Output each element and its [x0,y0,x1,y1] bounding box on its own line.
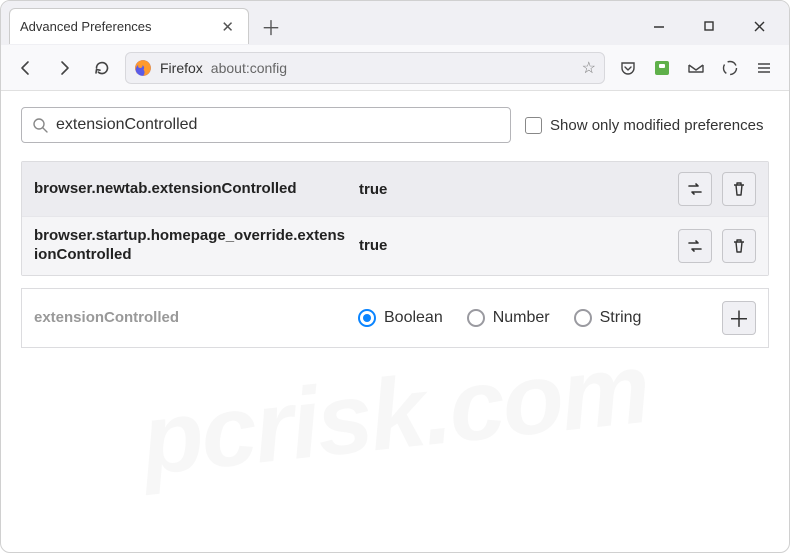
pocket-icon[interactable] [613,53,643,83]
radio-string[interactable]: String [574,309,642,327]
pref-row[interactable]: browser.newtab.extensionControlled true [22,162,768,216]
modified-label: Show only modified preferences [550,117,763,134]
modified-prefs-toggle[interactable]: Show only modified preferences [525,117,763,134]
add-pref-name: extensionControlled [34,309,334,326]
page-content: Show only modified preferences browser.n… [1,91,789,364]
add-pref-row: extensionControlled Boolean Number Strin… [21,288,769,348]
toggle-button[interactable] [678,229,712,263]
downloads-icon[interactable] [715,53,745,83]
delete-button[interactable] [722,229,756,263]
pref-name: browser.newtab.extensionControlled [34,180,349,199]
new-tab-button[interactable]: ＋ [255,10,287,42]
add-button[interactable]: ＋ [722,301,756,335]
titlebar: Advanced Preferences ✕ ＋ [1,1,789,45]
radio-number[interactable]: Number [467,309,550,327]
maximize-button[interactable] [687,10,731,42]
reload-button[interactable] [87,53,117,83]
identity-label: Firefox [160,60,203,76]
radio-icon [467,309,485,327]
firefox-icon [134,59,152,77]
forward-button[interactable] [49,53,79,83]
bookmark-star-icon[interactable]: ☆ [582,58,596,78]
results-table: browser.newtab.extensionControlled true … [21,161,769,276]
browser-toolbar: Firefox about:config ☆ [1,45,789,91]
back-button[interactable] [11,53,41,83]
close-tab-icon[interactable]: ✕ [217,16,238,38]
minimize-button[interactable] [637,10,681,42]
mail-icon[interactable] [681,53,711,83]
url-text: about:config [211,60,287,76]
pref-value: true [359,181,419,198]
address-bar[interactable]: Firefox about:config ☆ [125,52,605,84]
window-frame: Advanced Preferences ✕ ＋ Firefox about:c… [0,0,790,553]
window-controls [637,10,789,42]
toggle-button[interactable] [678,172,712,206]
delete-button[interactable] [722,172,756,206]
search-box[interactable] [21,107,511,143]
menu-button[interactable] [749,53,779,83]
search-input[interactable] [56,116,500,134]
toolbar-icons [613,53,779,83]
radio-icon [574,309,592,327]
search-row: Show only modified preferences [21,107,769,143]
pref-name: browser.startup.homepage_override.extens… [34,227,349,265]
tab-advanced-preferences[interactable]: Advanced Preferences ✕ [9,8,249,44]
pref-row[interactable]: browser.startup.homepage_override.extens… [22,216,768,275]
radio-icon [358,309,376,327]
close-window-button[interactable] [737,10,781,42]
checkbox-icon[interactable] [525,117,542,134]
tab-title: Advanced Preferences [20,19,217,34]
radio-boolean[interactable]: Boolean [358,309,443,327]
search-icon [32,117,48,133]
pref-value: true [359,237,419,254]
extension-icon[interactable] [647,53,677,83]
